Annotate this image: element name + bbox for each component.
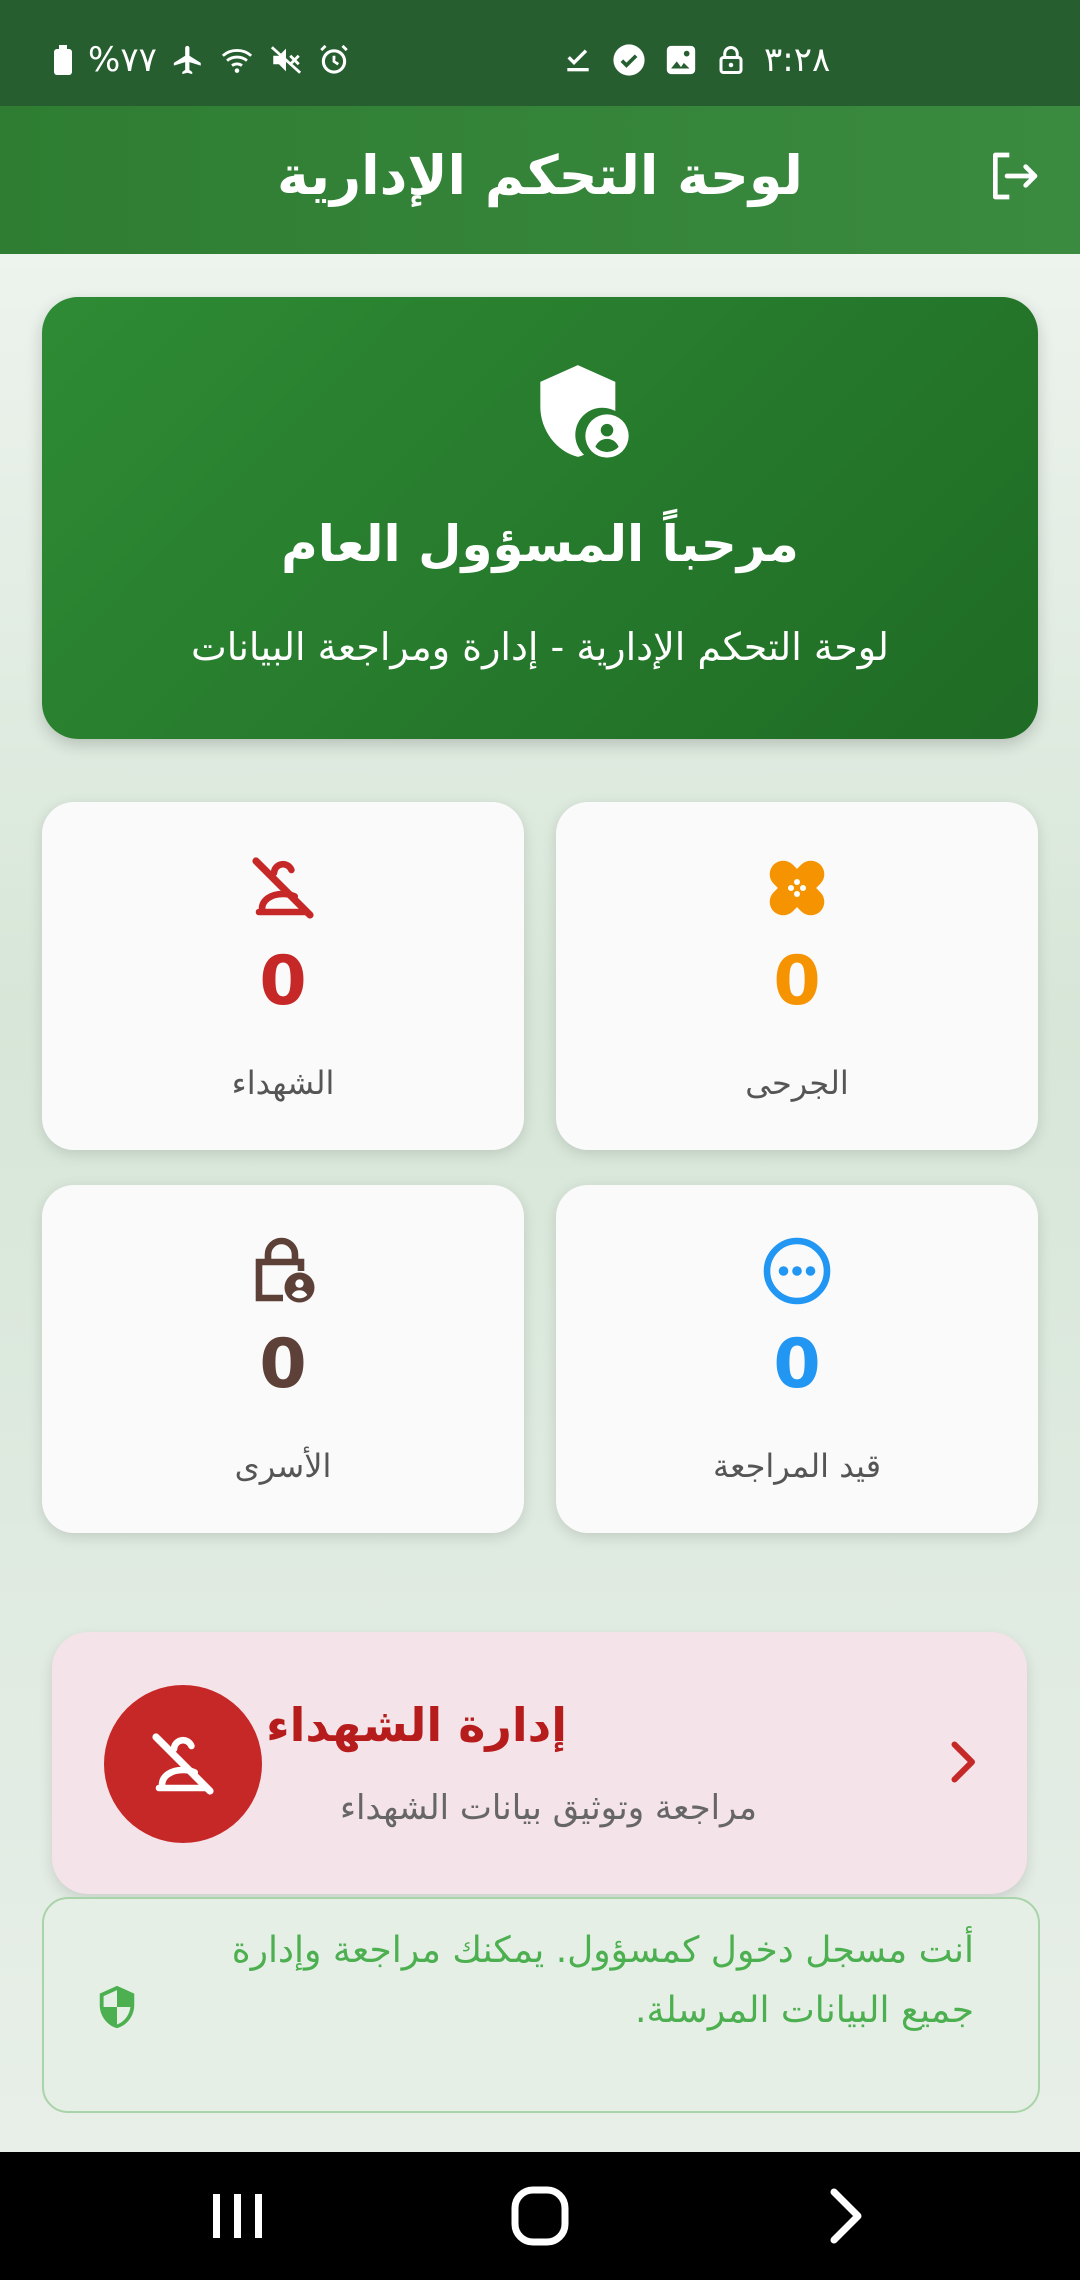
stat-card-pending[interactable]: 0 قيد المراجعة bbox=[556, 1185, 1038, 1533]
mute-icon bbox=[270, 46, 301, 74]
pending-icon bbox=[763, 1237, 831, 1305]
welcome-subtitle: لوحة التحكم الإدارية - إدارة ومراجعة الب… bbox=[191, 625, 889, 669]
back-icon[interactable] bbox=[808, 2186, 878, 2246]
martyrs-count: 0 bbox=[259, 942, 307, 1021]
martyrs-management-card[interactable]: إدارة الشهداء مراجعة وتوثيق بيانات الشهد… bbox=[52, 1632, 1027, 1894]
airplane-icon bbox=[173, 45, 201, 75]
image-icon bbox=[666, 45, 696, 75]
admin-info-banner: أنت مسجل دخول كمسؤول. يمكنك مراجعة وإدار… bbox=[42, 1897, 1040, 2113]
stat-card-wounded[interactable]: 0 الجرحى bbox=[556, 802, 1038, 1150]
app-bar: لوحة التحكم الإدارية bbox=[0, 106, 1080, 254]
stat-card-martyrs[interactable]: 0 الشهداء bbox=[42, 802, 524, 1150]
admin-info-text: أنت مسجل دخول كمسؤول. يمكنك مراجعة وإدار… bbox=[231, 1930, 974, 2031]
admin-shield-icon bbox=[540, 365, 629, 458]
status-bar: %٧٧ ٣:٢٨ bbox=[0, 0, 1080, 106]
chevron-right-icon[interactable] bbox=[932, 1732, 992, 1792]
prisoners-count: 0 bbox=[259, 1325, 307, 1404]
battery-text: %٧٧ bbox=[88, 40, 157, 80]
status-bar-right: ٣:٢٨ bbox=[562, 40, 830, 80]
lock-person-icon bbox=[255, 1237, 315, 1303]
pending-label: قيد المراجعة bbox=[713, 1447, 881, 1485]
martyrs-management-subtitle: مراجعة وتوثيق بيانات الشهداء bbox=[339, 1788, 757, 1828]
status-bar-left: %٧٧ bbox=[52, 40, 351, 80]
pending-count: 0 bbox=[773, 1325, 821, 1404]
home-icon[interactable] bbox=[505, 2186, 575, 2246]
bandage-icon bbox=[769, 860, 825, 916]
recents-icon[interactable] bbox=[203, 2186, 273, 2246]
shield-icon bbox=[99, 1985, 135, 2029]
alarm-icon bbox=[320, 44, 348, 74]
welcome-title: مرحباً المسؤول العام bbox=[281, 515, 799, 573]
lock-icon bbox=[719, 46, 743, 74]
welcome-card: مرحباً المسؤول العام لوحة التحكم الإداري… bbox=[42, 297, 1038, 739]
person-off-icon bbox=[152, 1733, 214, 1795]
martyrs-label: الشهداء bbox=[231, 1064, 335, 1102]
wounded-label: الجرحى bbox=[745, 1064, 849, 1102]
check-circle-icon bbox=[613, 44, 645, 76]
person-off-icon bbox=[252, 857, 314, 919]
martyrs-management-title: إدارة الشهداء bbox=[266, 1698, 567, 1752]
battery-icon bbox=[54, 45, 72, 75]
wounded-count: 0 bbox=[773, 942, 821, 1021]
prisoners-label: الأسرى bbox=[234, 1447, 332, 1485]
system-nav-bar bbox=[0, 2152, 1080, 2280]
wifi-icon bbox=[221, 49, 252, 73]
download-done-icon bbox=[567, 49, 589, 72]
page-title: لوحة التحكم الإدارية bbox=[277, 144, 803, 207]
martyrs-management-icon-circle bbox=[104, 1685, 262, 1843]
logout-icon[interactable] bbox=[986, 148, 1042, 204]
stat-card-prisoners[interactable]: 0 الأسرى bbox=[42, 1185, 524, 1533]
clock-text: ٣:٢٨ bbox=[764, 40, 831, 80]
